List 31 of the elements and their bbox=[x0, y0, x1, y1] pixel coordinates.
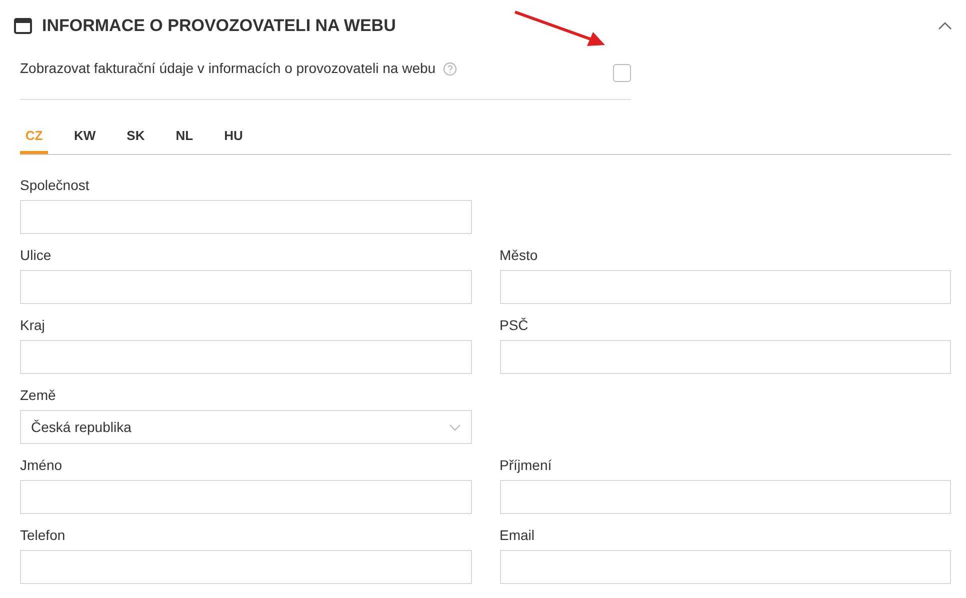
country-select[interactable]: Česká republika bbox=[20, 410, 472, 444]
field-label: Kraj bbox=[20, 317, 46, 333]
field-label: Email bbox=[500, 527, 536, 543]
input-field[interactable] bbox=[20, 270, 472, 304]
window-icon bbox=[14, 18, 32, 34]
input-field[interactable] bbox=[500, 270, 951, 304]
input-field[interactable] bbox=[20, 200, 472, 234]
checkbox[interactable] bbox=[613, 64, 631, 82]
field-label: Příjmení bbox=[500, 457, 553, 473]
input-field[interactable] bbox=[20, 340, 472, 374]
chevron-down-icon bbox=[448, 424, 460, 430]
field-label: Telefon bbox=[20, 527, 66, 543]
input-field[interactable] bbox=[20, 480, 472, 514]
field-label: Město bbox=[500, 247, 539, 263]
field-label: Země bbox=[20, 387, 57, 403]
option-label: Zobrazovat fakturační údaje v informacích o provozovateli na webu bbox=[20, 59, 436, 78]
input-field[interactable] bbox=[500, 550, 951, 584]
field-label: Jméno bbox=[20, 457, 64, 473]
field-label: Společnost bbox=[20, 177, 90, 193]
input-field[interactable] bbox=[500, 340, 951, 374]
field-label: PSČ bbox=[500, 317, 530, 333]
language-tab[interactable]: HU bbox=[219, 120, 248, 154]
language-tab[interactable]: SK bbox=[122, 120, 150, 154]
input-field[interactable] bbox=[500, 480, 951, 514]
field-label: Ulice bbox=[20, 247, 52, 263]
input-field[interactable] bbox=[20, 550, 472, 584]
section-title: INFORMACE O PROVOZOVATELI NA WEBU bbox=[42, 15, 396, 38]
chevron-up-icon[interactable] bbox=[938, 22, 952, 30]
language-tab[interactable]: NL bbox=[170, 120, 198, 154]
language-tab[interactable]: KW bbox=[69, 120, 101, 154]
help-icon[interactable] bbox=[442, 62, 457, 76]
